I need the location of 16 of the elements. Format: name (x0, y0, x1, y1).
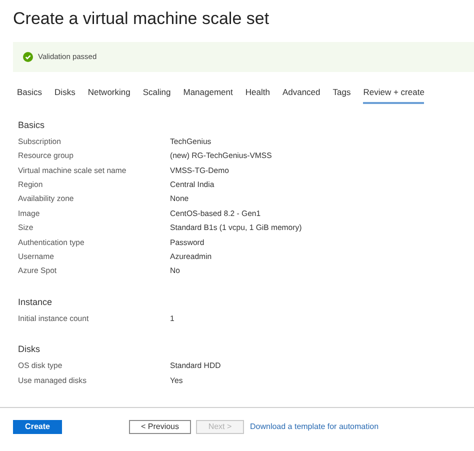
download-template-link[interactable]: Download a template for automation (250, 421, 379, 433)
tab[interactable]: Advanced (282, 86, 320, 104)
section-heading: Instance (18, 296, 54, 309)
tab[interactable]: Tags (332, 86, 351, 104)
tab[interactable]: Health (245, 86, 270, 104)
section-heading: Disks (18, 343, 41, 356)
tab[interactable]: Disks (54, 86, 76, 104)
tab[interactable]: Basics (17, 86, 42, 104)
create-button[interactable]: Create (13, 420, 62, 434)
tab[interactable]: Scaling (142, 86, 171, 104)
tab[interactable]: Networking (88, 86, 130, 104)
tab[interactable]: Management (183, 86, 233, 104)
page-title: Create a virtual machine scale set (13, 8, 270, 30)
section-heading: Basics (18, 118, 46, 132)
tab[interactable]: Review + create (363, 86, 424, 104)
previous-button[interactable]: < Previous (129, 420, 191, 434)
